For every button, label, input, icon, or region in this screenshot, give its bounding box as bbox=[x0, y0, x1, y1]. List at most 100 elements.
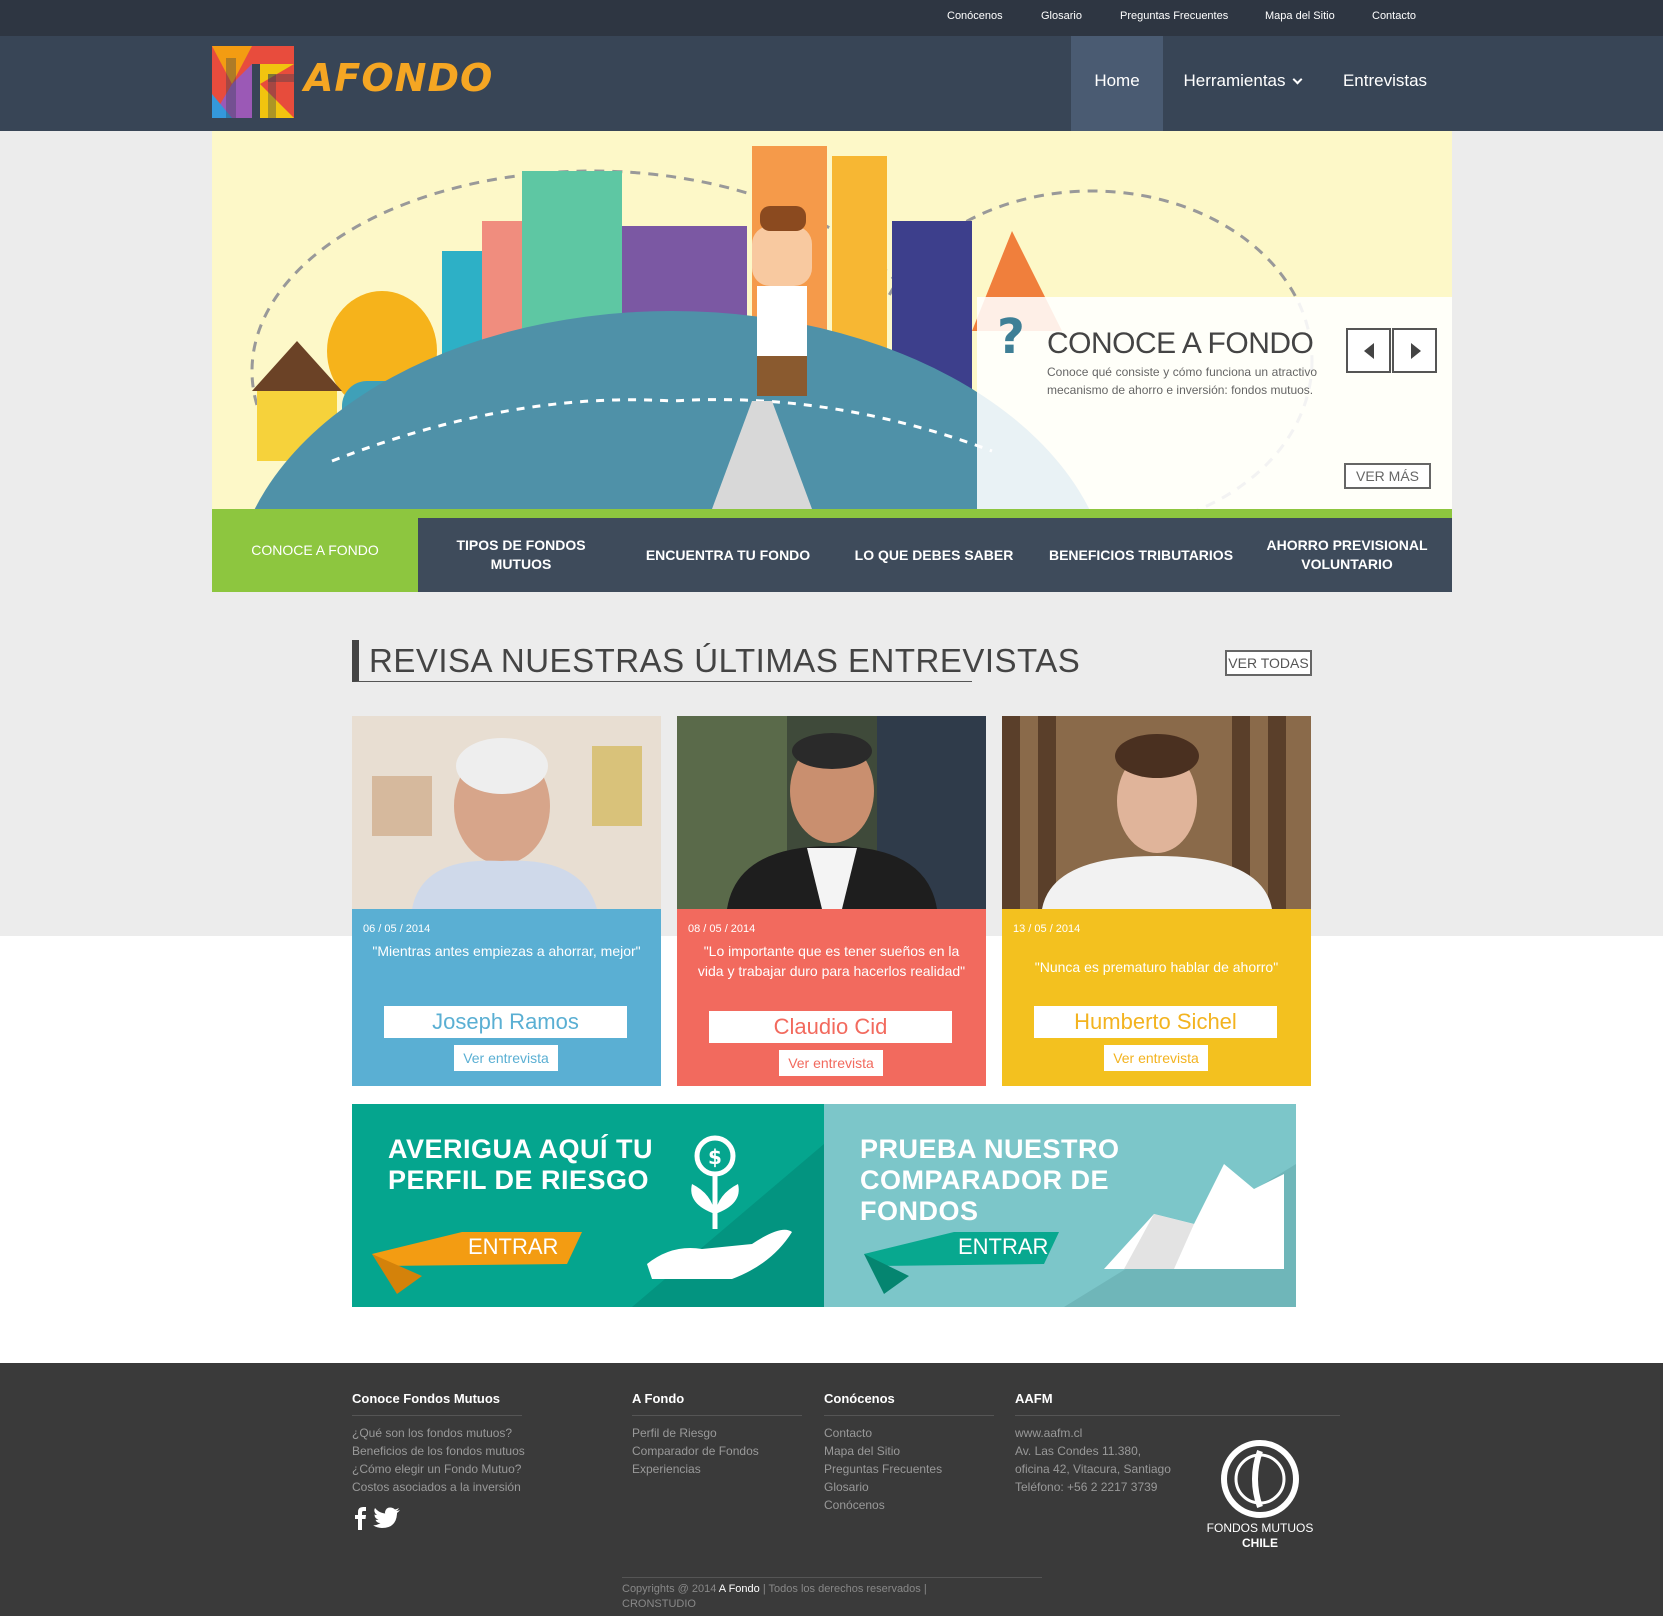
promo-title-line: FONDOS bbox=[860, 1196, 979, 1226]
hero-tab-bar: CONOCE A FONDO TIPOS DE FONDOS MUTUOS EN… bbox=[212, 509, 1452, 592]
tab-tipos-fondos[interactable]: TIPOS DE FONDOS MUTUOS bbox=[418, 518, 624, 592]
view-interview-link[interactable]: Ver entrevista bbox=[1104, 1045, 1208, 1071]
arrow-left-icon bbox=[1364, 343, 1374, 359]
logo-mark-icon bbox=[212, 46, 294, 118]
view-all-button[interactable]: VER TODAS bbox=[1225, 650, 1312, 676]
footer-column-title: AAFM bbox=[1015, 1391, 1340, 1416]
interview-card-body: 08 / 05 / 2014 "Lo importante que es ten… bbox=[677, 909, 986, 1086]
hero-title: CONOCE A FONDO bbox=[1047, 327, 1314, 360]
interviews-title: REVISA NUESTRAS ÚLTIMAS ENTREVISTAS bbox=[369, 642, 1081, 679]
nav-home[interactable]: Home bbox=[1071, 36, 1163, 131]
nav-entrevistas-label: Entrevistas bbox=[1342, 71, 1428, 90]
interview-photo bbox=[1002, 716, 1311, 909]
footer-link[interactable]: ¿Cómo elegir un Fondo Mutuo? bbox=[352, 1460, 525, 1478]
footer-column-title: Conócenos bbox=[824, 1391, 994, 1416]
footer-column: Conoce Fondos Mutuos ¿Qué son los fondos… bbox=[352, 1391, 525, 1496]
footer-link[interactable]: Experiencias bbox=[632, 1460, 802, 1478]
arrow-right-icon bbox=[1411, 343, 1421, 359]
topbar-link-conocenos[interactable]: Conócenos bbox=[947, 10, 1003, 22]
interview-date: 06 / 05 / 2014 bbox=[363, 923, 431, 935]
site-footer: Conoce Fondos Mutuos ¿Qué son los fondos… bbox=[0, 1363, 1663, 1616]
utility-bar: Conócenos Glosario Preguntas Frecuentes … bbox=[0, 0, 1663, 36]
footer-link[interactable]: Perfil de Riesgo bbox=[632, 1424, 802, 1442]
fund-comparator-banner[interactable]: PRUEBA NUESTRO COMPARADOR DE FONDOS ENTR… bbox=[824, 1104, 1296, 1307]
risk-profile-banner[interactable]: $ AVERIGUA AQUÍ TU PERFIL DE RIESGO ENTR… bbox=[352, 1104, 824, 1307]
footer-link[interactable]: Contacto bbox=[824, 1424, 994, 1442]
svg-text:$: $ bbox=[708, 1145, 722, 1169]
footer-column: A Fondo Perfil de Riesgo Comparador de F… bbox=[632, 1391, 802, 1478]
hero-slider: ? CONOCE A FONDO Conoce qué consiste y c… bbox=[212, 131, 1452, 509]
nav-home-label: Home bbox=[1094, 71, 1140, 90]
interviewee-name: Claudio Cid bbox=[709, 1011, 952, 1043]
footer-link[interactable]: ¿Qué son los fondos mutuos? bbox=[352, 1424, 525, 1442]
footer-link[interactable]: Costos asociados a la inversión bbox=[352, 1478, 525, 1496]
slider-prev-button[interactable] bbox=[1346, 328, 1391, 373]
site-logo[interactable]: AFONDO bbox=[212, 44, 492, 120]
topbar-link-sitemap[interactable]: Mapa del Sitio bbox=[1265, 10, 1335, 22]
topbar-link-faq[interactable]: Preguntas Frecuentes bbox=[1120, 10, 1228, 22]
hero-description: Conoce qué consiste y cómo funciona un a… bbox=[1047, 365, 1317, 397]
footer-link[interactable]: Beneficios de los fondos mutuos bbox=[352, 1442, 525, 1460]
footer-link[interactable]: Mapa del Sitio bbox=[824, 1442, 994, 1460]
interviewee-name: Humberto Sichel bbox=[1034, 1006, 1277, 1038]
fondos-mutuos-chile-logo: FONDOS MUTUOS CHILE bbox=[1190, 1433, 1330, 1553]
promo-title-line: PERFIL DE RIESGO bbox=[388, 1165, 650, 1195]
tab-lo-que-debes-saber[interactable]: LO QUE DEBES SABER bbox=[831, 518, 1037, 592]
copyright-brand: A Fondo bbox=[718, 1583, 760, 1595]
copyright-suffix: | Todos los derechos reservados | bbox=[762, 1583, 927, 1595]
question-icon: ? bbox=[997, 309, 1025, 365]
footer-column: Conócenos Contacto Mapa del Sitio Pregun… bbox=[824, 1391, 994, 1514]
interview-card-body: 13 / 05 / 2014 "Nunca es prematuro habla… bbox=[1002, 909, 1311, 1086]
fmc-logo-text: FONDOS MUTUOS bbox=[1206, 1521, 1314, 1535]
interview-card[interactable]: 13 / 05 / 2014 "Nunca es prematuro habla… bbox=[1002, 716, 1311, 1086]
promo-title: PRUEBA NUESTRO COMPARADOR DE FONDOS bbox=[860, 1134, 1120, 1227]
view-interview-link[interactable]: Ver entrevista bbox=[779, 1050, 883, 1076]
interview-date: 13 / 05 / 2014 bbox=[1013, 923, 1081, 935]
section-heading: REVISA NUESTRAS ÚLTIMAS ENTREVISTAS bbox=[352, 640, 1080, 682]
footer-link[interactable]: Conócenos bbox=[824, 1496, 994, 1514]
interview-photo bbox=[352, 716, 661, 909]
enter-button[interactable]: ENTRAR bbox=[958, 1229, 1048, 1265]
promo-title-line: AVERIGUA AQUÍ TU bbox=[388, 1134, 654, 1164]
interview-card[interactable]: 08 / 05 / 2014 "Lo importante que es ten… bbox=[677, 716, 986, 1086]
footer-link[interactable]: Preguntas Frecuentes bbox=[824, 1460, 994, 1478]
fmc-logo-text: CHILE bbox=[1242, 1536, 1278, 1550]
promo-title-line: COMPARADOR DE bbox=[860, 1165, 1109, 1195]
slider-next-button[interactable] bbox=[1392, 328, 1437, 373]
hero-more-button[interactable]: VER MÁS bbox=[1344, 463, 1431, 489]
logo-text: AFONDO bbox=[304, 56, 494, 100]
footer-column-title: Conoce Fondos Mutuos bbox=[352, 1391, 522, 1416]
footer-link[interactable]: Glosario bbox=[824, 1478, 994, 1496]
interview-card-body: 06 / 05 / 2014 "Mientras antes empiezas … bbox=[352, 909, 661, 1086]
promo-title-line: PRUEBA NUESTRO bbox=[860, 1134, 1120, 1164]
enter-button[interactable]: ENTRAR bbox=[468, 1229, 558, 1265]
interview-card[interactable]: 06 / 05 / 2014 "Mientras antes empiezas … bbox=[352, 716, 661, 1086]
topbar-link-contacto[interactable]: Contacto bbox=[1372, 10, 1416, 22]
nav-entrevistas[interactable]: Entrevistas bbox=[1330, 36, 1440, 131]
interview-date: 08 / 05 / 2014 bbox=[688, 923, 756, 935]
nav-herramientas-label: Herramientas bbox=[1183, 71, 1286, 90]
tab-encuentra-fondo[interactable]: ENCUENTRA TU FONDO bbox=[625, 518, 831, 592]
topbar-link-glosario[interactable]: Glosario bbox=[1041, 10, 1082, 22]
tab-apv[interactable]: AHORRO PREVISIONAL VOLUNTARIO bbox=[1244, 518, 1450, 592]
nav-herramientas[interactable]: Herramientas bbox=[1172, 36, 1312, 131]
facebook-icon[interactable] bbox=[355, 1507, 366, 1530]
footer-link[interactable]: Comparador de Fondos bbox=[632, 1442, 802, 1460]
social-links bbox=[352, 1506, 402, 1535]
interviewee-name: Joseph Ramos bbox=[384, 1006, 627, 1038]
tab-beneficios-tributarios[interactable]: BENEFICIOS TRIBUTARIOS bbox=[1038, 518, 1244, 592]
interview-quote: "Nunca es prematuro hablar de ahorro" bbox=[1034, 959, 1279, 975]
copyright-studio[interactable]: CRONSTUDIO bbox=[622, 1598, 696, 1610]
promo-title: AVERIGUA AQUÍ TU PERFIL DE RIESGO bbox=[388, 1134, 653, 1196]
footer-column-title: A Fondo bbox=[632, 1391, 802, 1416]
view-interview-link[interactable]: Ver entrevista bbox=[454, 1045, 558, 1071]
tab-conoce-a-fondo[interactable]: CONOCE A FONDO bbox=[212, 509, 418, 592]
copyright: Copyrights @ 2014 A Fondo | Todos los de… bbox=[622, 1577, 1042, 1612]
interview-quote: "Lo importante que es tener sueños en la… bbox=[697, 943, 966, 979]
twitter-icon[interactable] bbox=[373, 1507, 400, 1529]
interview-photo bbox=[677, 716, 986, 909]
copyright-prefix: Copyrights @ 2014 bbox=[622, 1583, 717, 1595]
main-header: AFONDO Home Herramientas Entrevistas bbox=[0, 36, 1663, 131]
interview-quote: "Mientras antes empiezas a ahorrar, mejo… bbox=[372, 943, 641, 959]
chevron-down-icon bbox=[1292, 74, 1302, 85]
